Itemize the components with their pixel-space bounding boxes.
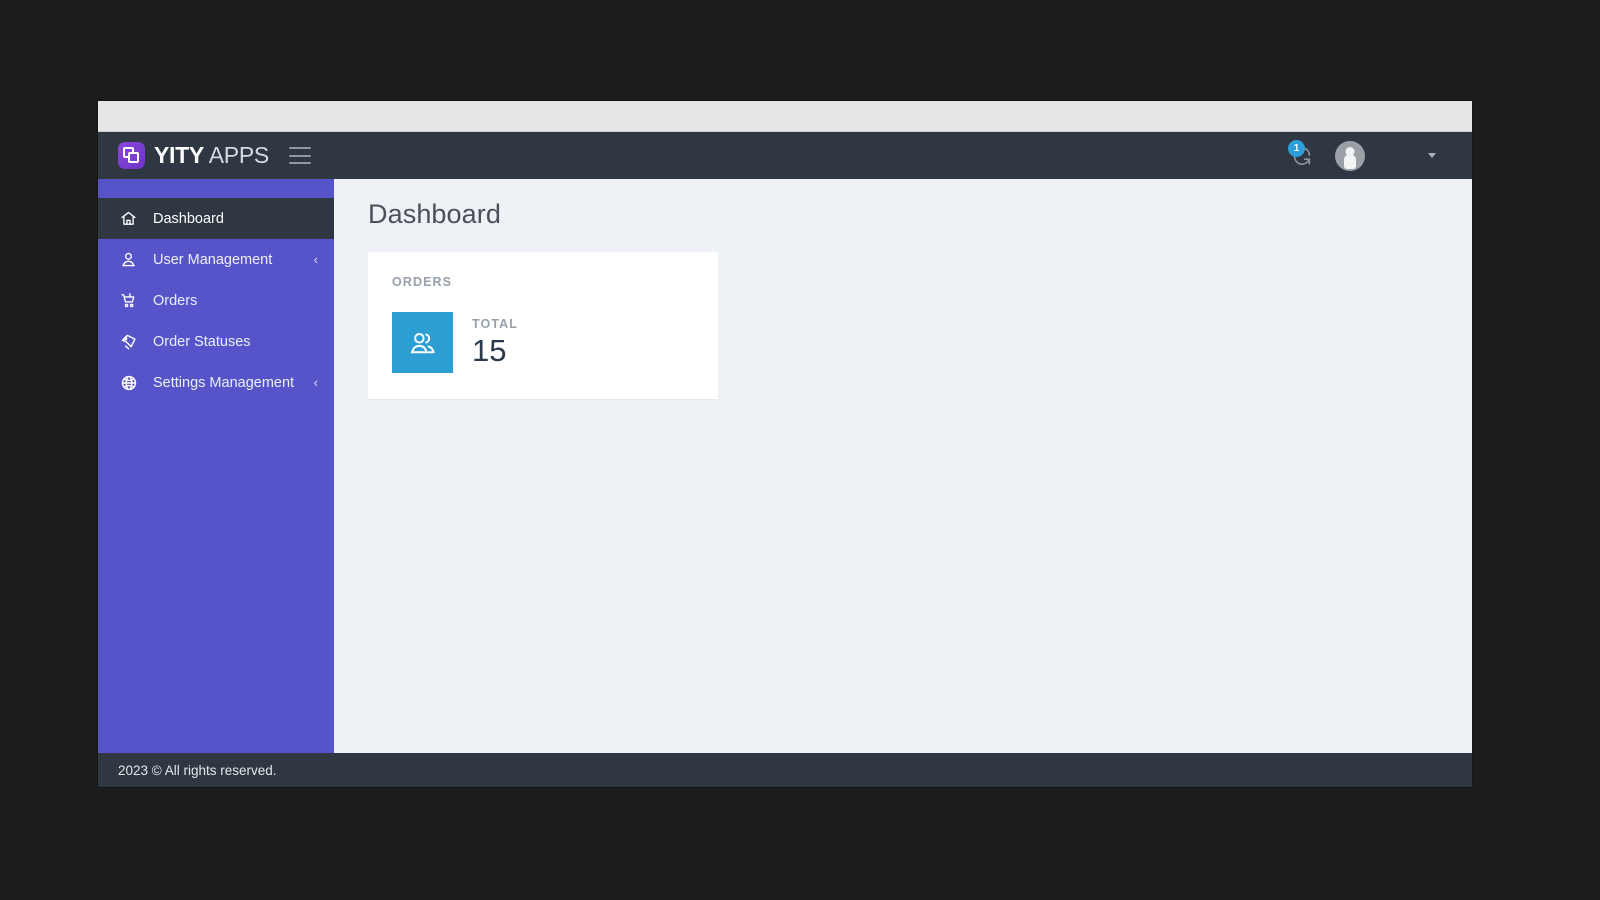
hamburger-menu-icon[interactable] [288,147,311,164]
sync-refresh-icon[interactable]: 1 [1287,139,1317,171]
sidebar-item-order-statuses[interactable]: Order Statuses [98,321,334,362]
footer-bar: 2023 © All rights reserved. [98,753,1472,787]
sidebar-navigation: Dashboard User Management ‹ Orders Order… [98,179,334,753]
desktop-backdrop: YITY APPS 1 Dashboard User Management ‹ … [0,0,1600,900]
card-title: ORDERS [392,275,453,289]
home-icon [120,210,142,227]
chevron-down-icon [1428,153,1436,158]
brand-title-bold: YITY [154,142,204,168]
app-body: Dashboard User Management ‹ Orders Order… [98,179,1472,753]
sidebar-item-arrow: ‹ [313,375,318,390]
brand-title: YITY APPS [154,144,269,167]
cart-icon [120,292,142,309]
sidebar-item-label: Settings Management [153,374,295,391]
user-avatar-icon [1334,140,1365,171]
topbar-right-group: 1 [1287,139,1436,171]
globe-gear-icon [120,374,142,392]
sidebar-item-orders[interactable]: Orders [98,280,334,321]
page-title: Dashboard [368,199,501,229]
tag-icon [120,333,142,351]
stat-label: TOTAL [472,317,519,332]
notification-badge: 1 [1287,139,1305,157]
browser-window: YITY APPS 1 Dashboard User Management ‹ … [98,101,1472,787]
user-icon [120,251,142,268]
orders-stat-card: ORDERS TOTAL 15 [368,252,718,399]
sidebar-item-label: Orders [153,292,198,309]
browser-chrome-bar [98,101,1472,132]
stat-row: TOTAL 15 [392,312,694,373]
sidebar-item-settings-management[interactable]: Settings Management ‹ [98,362,334,403]
footer-copyright-text: 2023 © All rights reserved. [118,762,277,778]
user-menu[interactable] [1334,140,1436,171]
stat-info: TOTAL 15 [472,317,518,368]
sidebar-item-label: Order Statuses [153,333,251,350]
overlapping-squares-icon [118,142,145,169]
brand-title-light: APPS [203,142,269,168]
sidebar-item-dashboard[interactable]: Dashboard [98,198,334,239]
users-group-icon [392,312,453,373]
brand-logo-group[interactable]: YITY APPS [118,142,269,169]
sidebar-item-label: Dashboard [153,210,224,227]
main-content: Dashboard ORDERS TOTAL 15 [334,179,1472,753]
sidebar-item-user-management[interactable]: User Management ‹ [98,239,334,280]
stat-value: 15 [472,333,507,369]
sidebar-item-arrow: ‹ [313,252,318,267]
user-name-label [1374,148,1419,163]
sidebar-item-label: User Management [153,251,273,268]
top-navbar: YITY APPS 1 [98,132,1472,179]
